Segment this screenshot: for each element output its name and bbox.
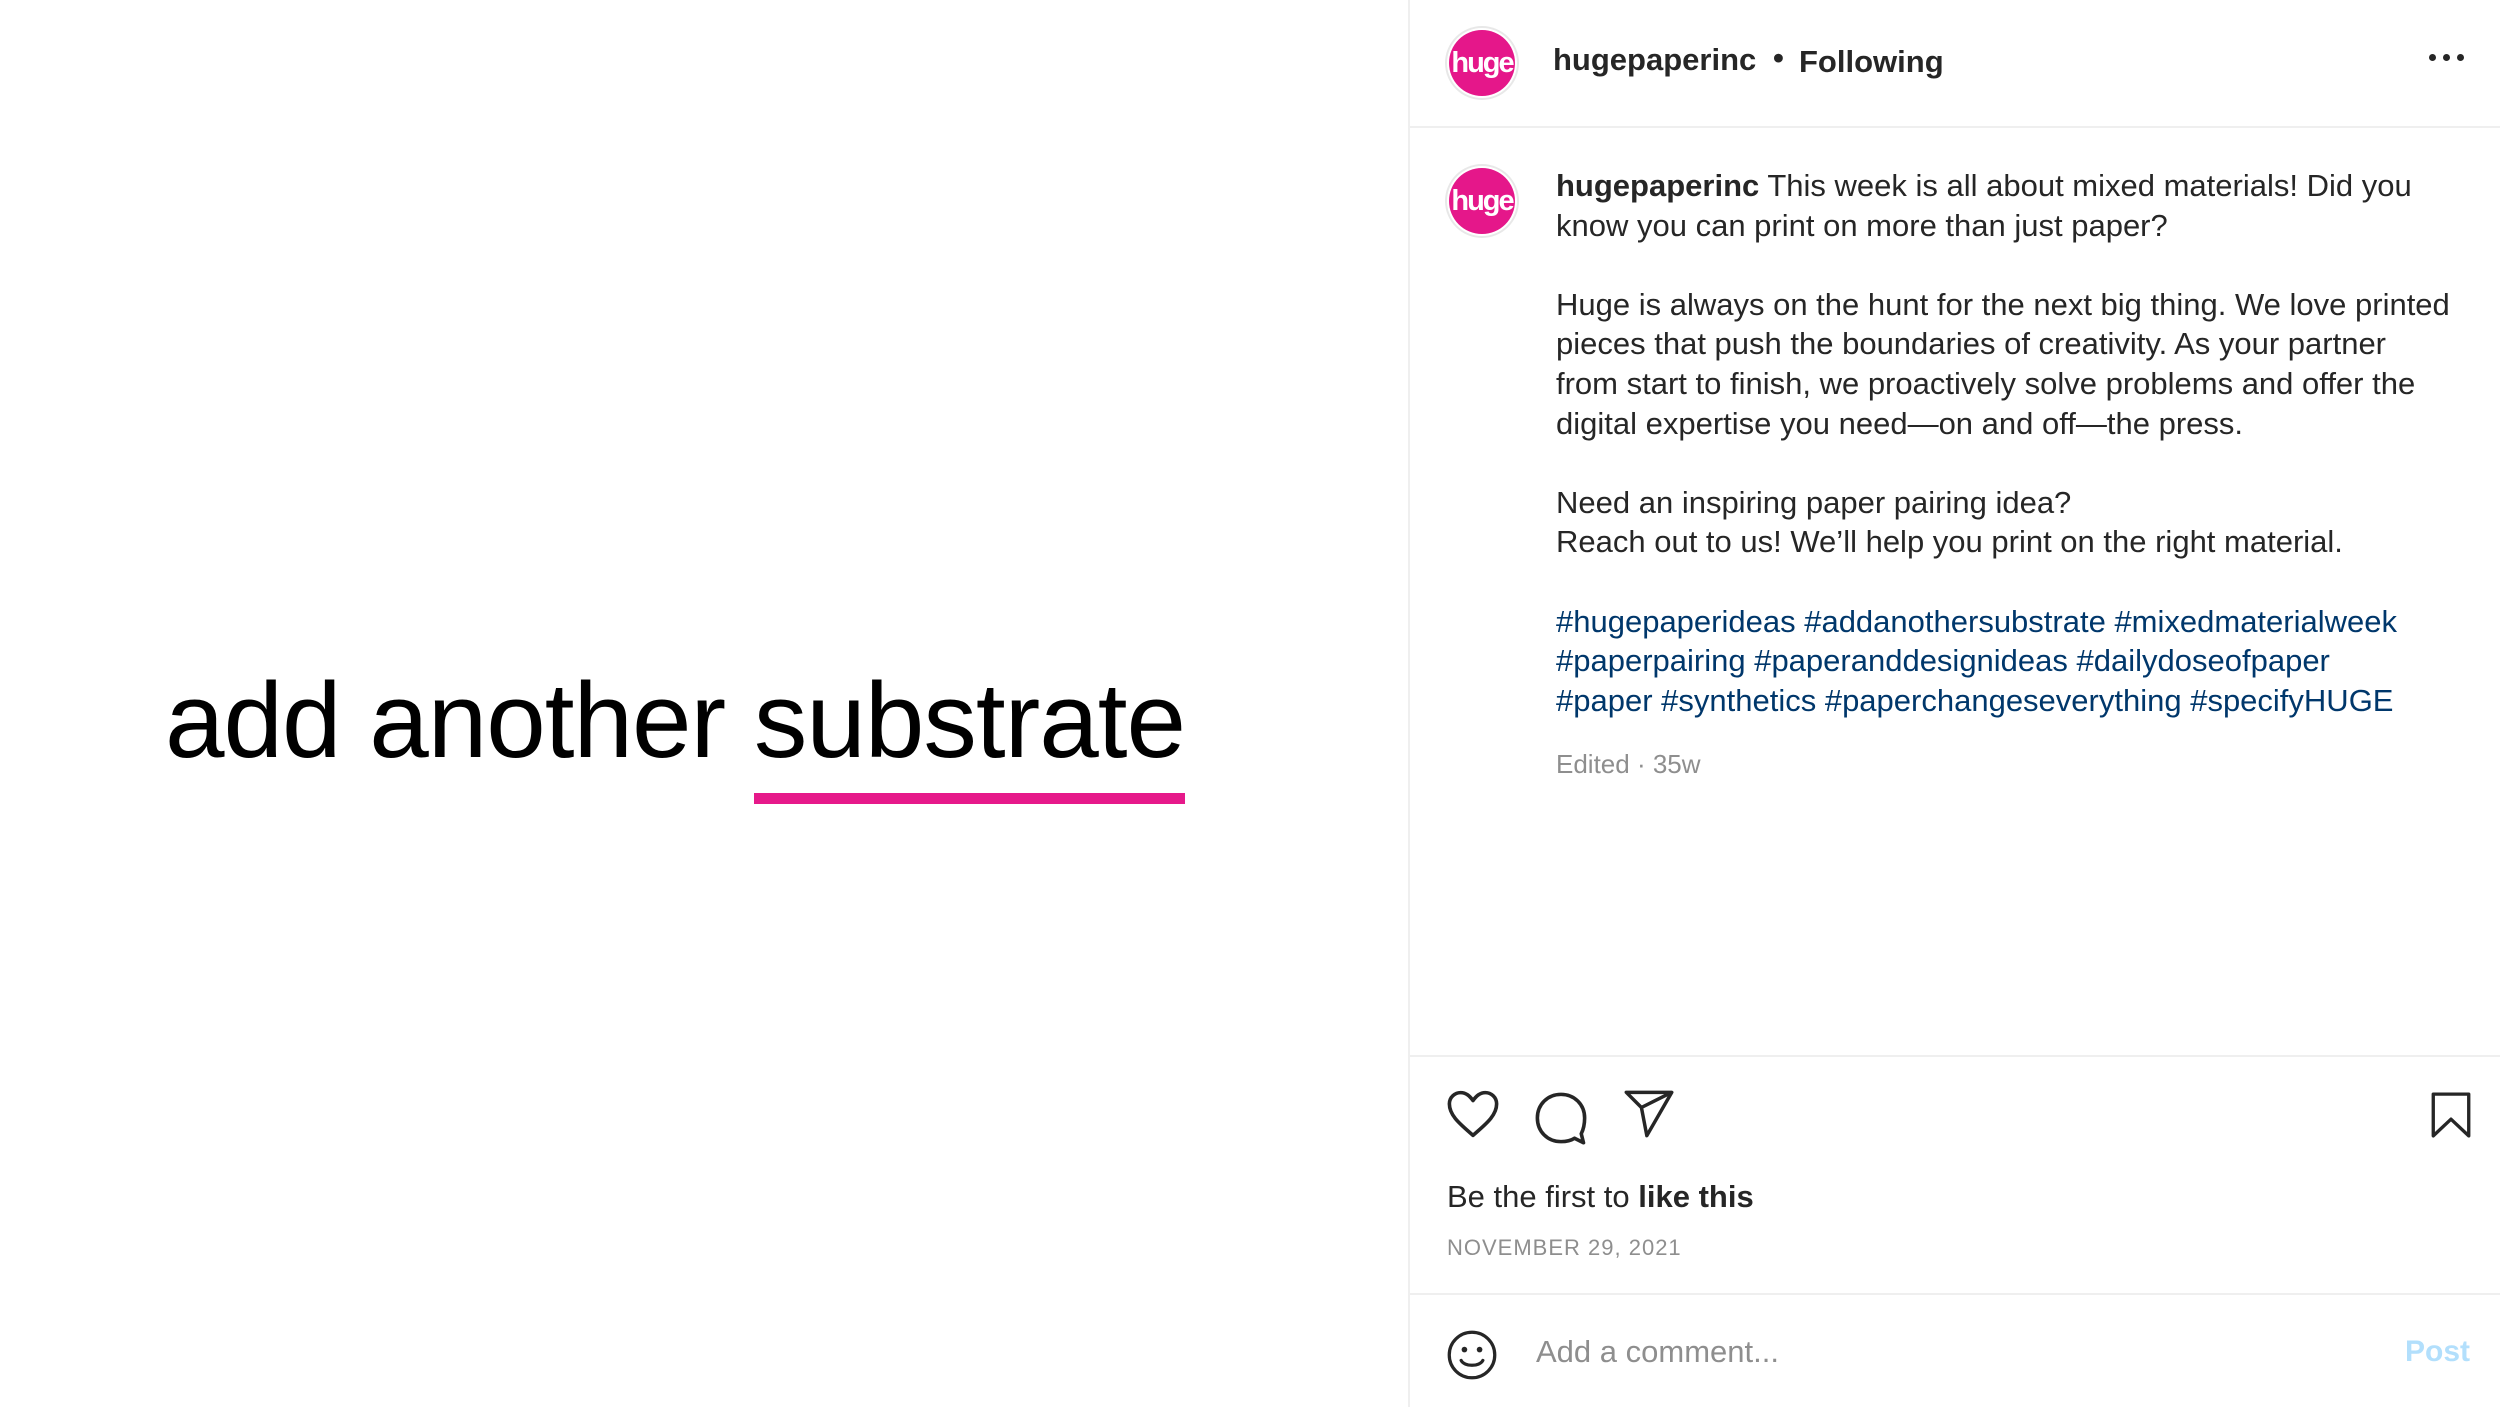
comment-icon[interactable] — [1534, 1091, 1588, 1145]
comment-bar: Post — [1410, 1293, 2500, 1407]
post-header: huge hugepaperinc • Following — [1410, 0, 2500, 128]
media-headline: add another substrate — [165, 660, 1186, 804]
caption-username[interactable]: hugepaperinc — [1556, 168, 1759, 203]
hashtags[interactable]: #hugepaperideas #addanothersubstrate #mi… — [1556, 602, 2456, 721]
caption-line: Need an inspiring paper pairing idea? — [1556, 484, 2072, 520]
share-icon[interactable] — [1623, 1089, 1675, 1139]
header-username[interactable]: hugepaperinc — [1553, 42, 1756, 78]
caption-paragraph: Huge is always on the hunt for the next … — [1556, 286, 2450, 441]
more-options-icon[interactable] — [2429, 54, 2464, 61]
like-this-link[interactable]: like this — [1638, 1179, 1753, 1214]
bookmark-icon[interactable] — [2430, 1091, 2472, 1139]
headline-prefix: add another — [165, 660, 754, 780]
caption-avatar[interactable]: huge — [1449, 168, 1515, 234]
post-button[interactable]: Post — [2405, 1335, 2470, 1369]
post-side-panel: huge hugepaperinc • Following huge hugep… — [1408, 0, 2500, 1407]
avatar[interactable]: huge — [1449, 30, 1515, 96]
heart-icon[interactable] — [1446, 1089, 1500, 1139]
caption-section: huge hugepaperinc This week is all about… — [1410, 128, 2500, 1056]
edited-timestamp: Edited · 35w — [1556, 749, 1701, 779]
post-media: add another substrate — [0, 0, 1408, 1407]
accent-underline — [753, 793, 1186, 804]
post-date: NOVEMBER 29, 2021 — [1447, 1235, 1682, 1260]
headline-accent: substrate — [753, 660, 1186, 804]
emoji-icon[interactable] — [1446, 1329, 1498, 1381]
following-button[interactable]: Following — [1799, 44, 1944, 80]
likes-text: Be the first to like this — [1447, 1179, 1754, 1214]
caption-text: hugepaperinc This week is all about mixe… — [1556, 166, 2456, 720]
post-actions: Be the first to like this NOVEMBER 29, 2… — [1410, 1055, 2500, 1295]
follow-separator: • — [1773, 40, 1784, 75]
comment-input[interactable] — [1534, 1323, 2338, 1381]
caption-line: Reach out to us! We’ll help you print on… — [1556, 524, 2343, 560]
